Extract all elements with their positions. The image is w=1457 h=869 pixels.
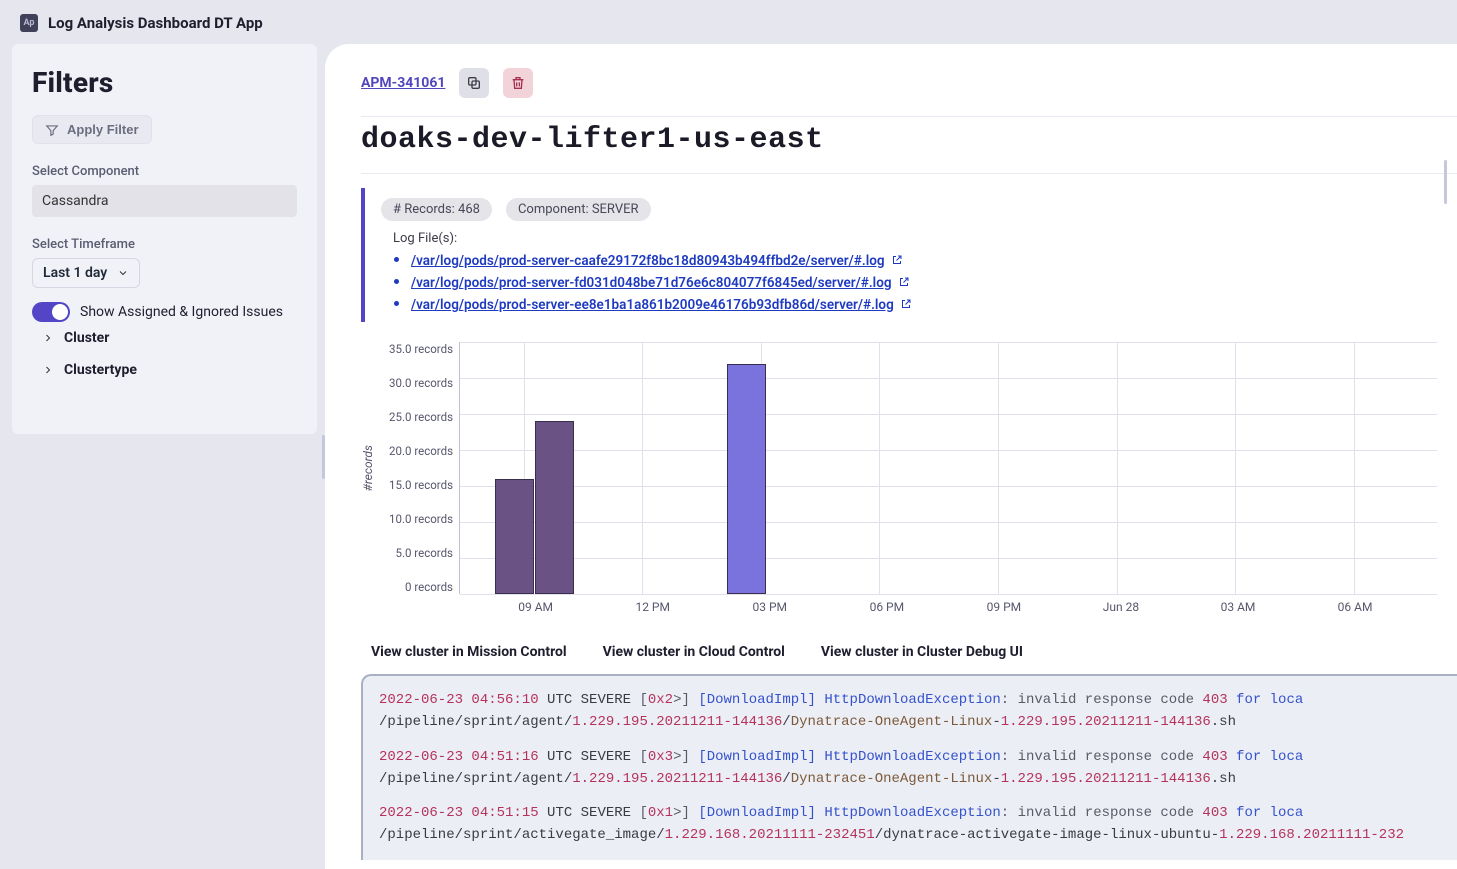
records-chart: #records 35.0 records30.0 records25.0 re…: [361, 342, 1457, 594]
assigned-ignored-toggle[interactable]: [32, 302, 70, 322]
chart-bar[interactable]: [535, 421, 574, 594]
chart-x-tick: 03 AM: [1221, 600, 1256, 614]
chart-bar[interactable]: [727, 364, 766, 594]
chevron-down-icon: [117, 267, 129, 279]
tree-item-clustertype-label: Clustertype: [64, 362, 137, 378]
delete-button[interactable]: [503, 68, 533, 98]
log-file-link-1[interactable]: /var/log/pods/prod-server-fd031d048be71d…: [411, 275, 892, 291]
filters-heading: Filters: [32, 66, 297, 99]
check-icon: [37, 307, 47, 317]
chart-x-tick: Jun 28: [1103, 600, 1139, 614]
chart-y-axis-title: #records: [361, 445, 375, 491]
chevron-right-icon: [42, 332, 54, 344]
component-value: Cassandra: [42, 193, 109, 209]
timeframe-select[interactable]: Last 1 day: [32, 258, 140, 288]
log-file-link-2[interactable]: /var/log/pods/prod-server-ee8e1ba1a861b2…: [411, 297, 894, 313]
tree-item-clustertype[interactable]: Clustertype: [32, 354, 297, 386]
right-resize-handle[interactable]: [1444, 160, 1447, 204]
external-link-icon: [900, 298, 912, 310]
trash-icon: [510, 75, 526, 91]
chart-x-tick: 09 PM: [987, 600, 1022, 614]
app-logo: Ap: [20, 14, 38, 32]
tree-item-cluster[interactable]: Cluster: [32, 322, 297, 354]
apply-filter-label: Apply Filter: [67, 122, 139, 137]
cloud-control-link[interactable]: View cluster in Cloud Control: [603, 644, 785, 660]
tree-item-cluster-label: Cluster: [64, 330, 109, 346]
toggle-label: Show Assigned & Ignored Issues: [80, 304, 283, 320]
chart-x-tick: 06 AM: [1338, 600, 1373, 614]
records-chip: # Records: 468: [381, 198, 492, 221]
meta-block: # Records: 468 Component: SERVER Log Fil…: [361, 188, 1457, 322]
log-console[interactable]: 2022-06-23 04:56:10 UTC SEVERE [0x2>] [D…: [361, 674, 1457, 860]
sidebar: Filters Apply Filter Select Component Ca…: [0, 44, 325, 869]
chart-x-tick: 03 PM: [753, 600, 788, 614]
chevron-right-icon: [42, 364, 54, 376]
component-select[interactable]: Cassandra: [32, 185, 297, 217]
log-file-link-0[interactable]: /var/log/pods/prod-server-caafe29172f8bc…: [411, 253, 885, 269]
chart-bar[interactable]: [495, 479, 534, 594]
chart-x-tick: 06 PM: [870, 600, 905, 614]
main-panel: APM-341061 doaks-dev-lifter1-us-east # R…: [325, 44, 1457, 869]
funnel-icon: [45, 123, 59, 137]
timeframe-label: Select Timeframe: [32, 237, 297, 252]
external-link-icon: [891, 254, 903, 266]
external-link-icon: [898, 276, 910, 288]
mission-control-link[interactable]: View cluster in Mission Control: [371, 644, 567, 660]
breadcrumb-link[interactable]: APM-341061: [361, 75, 445, 91]
cluster-debug-link[interactable]: View cluster in Cluster Debug UI: [821, 644, 1023, 660]
page-title: doaks-dev-lifter1-us-east: [361, 123, 1457, 157]
apply-filter-button[interactable]: Apply Filter: [32, 115, 152, 144]
log-files-label: Log File(s):: [393, 231, 1457, 246]
component-chip: Component: SERVER: [506, 198, 651, 221]
chart-x-tick: 12 PM: [635, 600, 670, 614]
app-title: Log Analysis Dashboard DT App: [48, 14, 263, 32]
copy-icon: [466, 75, 482, 91]
topbar: Ap Log Analysis Dashboard DT App: [0, 0, 1457, 44]
copy-button[interactable]: [459, 68, 489, 98]
component-label: Select Component: [32, 164, 297, 179]
timeframe-value: Last 1 day: [43, 265, 107, 281]
chart-x-tick: 09 AM: [518, 600, 553, 614]
